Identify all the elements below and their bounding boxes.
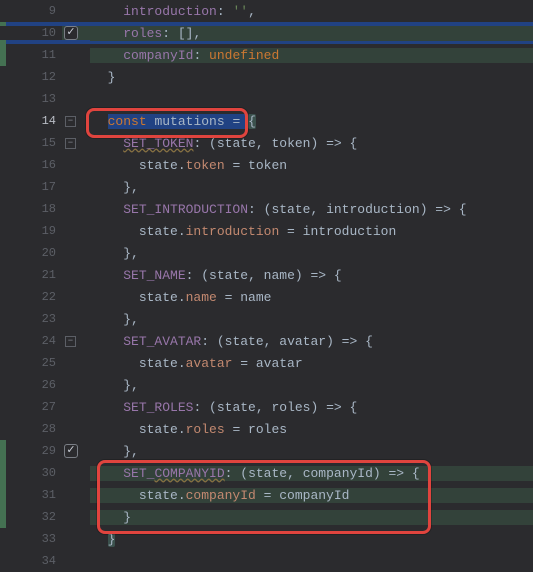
- change-checkbox-icon[interactable]: ✓: [64, 444, 78, 458]
- change-checkbox-icon[interactable]: ✓: [64, 26, 78, 40]
- line-number: 22: [0, 290, 62, 304]
- code-line[interactable]: SET_AVATAR: (state, avatar) => {: [90, 334, 533, 349]
- code-line[interactable]: state.introduction = introduction: [90, 224, 533, 239]
- code-line[interactable]: SET_TOKEN: (state, token) => {: [90, 136, 533, 151]
- line-number: 17: [0, 180, 62, 194]
- line-number: 34: [0, 554, 62, 568]
- line-number: 32: [0, 510, 62, 524]
- line-number: 9: [0, 4, 62, 18]
- line-number: 19: [0, 224, 62, 238]
- code-line[interactable]: state.avatar = avatar: [90, 356, 533, 371]
- code-line[interactable]: }: [90, 70, 533, 85]
- line-number: 27: [0, 400, 62, 414]
- line-number: 16: [0, 158, 62, 172]
- line-number: 20: [0, 246, 62, 260]
- code-line[interactable]: SET_INTRODUCTION: (state, introduction) …: [90, 202, 533, 217]
- code-line[interactable]: SET_COMPANYID: (state, companyId) => {: [90, 466, 533, 481]
- code-line[interactable]: state.token = token: [90, 158, 533, 173]
- code-line[interactable]: SET_ROLES: (state, roles) => {: [90, 400, 533, 415]
- line-number: 11: [0, 48, 62, 62]
- line-number: 33: [0, 532, 62, 546]
- line-number: 28: [0, 422, 62, 436]
- line-number: 31: [0, 488, 62, 502]
- code-line[interactable]: introduction: '',: [90, 4, 533, 19]
- line-number: 10: [0, 26, 62, 40]
- line-number: 30: [0, 466, 62, 480]
- code-line[interactable]: }: [90, 532, 533, 547]
- code-line[interactable]: SET_NAME: (state, name) => {: [90, 268, 533, 283]
- line-number: 13: [0, 92, 62, 106]
- code-line[interactable]: },: [90, 246, 533, 261]
- line-number: 26: [0, 378, 62, 392]
- line-number: 14: [0, 114, 62, 128]
- code-line[interactable]: state.roles = roles: [90, 422, 533, 437]
- code-line[interactable]: state.companyId = companyId: [90, 488, 533, 503]
- line-number: 25: [0, 356, 62, 370]
- line-number: 24: [0, 334, 62, 348]
- code-line[interactable]: },: [90, 180, 533, 195]
- code-line[interactable]: }: [90, 510, 533, 525]
- code-line[interactable]: },: [90, 312, 533, 327]
- code-editor[interactable]: 9 introduction: '', 10 ✓ roles: [], 11 c…: [0, 0, 533, 572]
- code-line[interactable]: },: [90, 444, 533, 459]
- line-number: 29: [0, 444, 62, 458]
- line-number: 23: [0, 312, 62, 326]
- line-number: 15: [0, 136, 62, 150]
- code-line[interactable]: companyId: undefined: [90, 48, 533, 63]
- code-line[interactable]: const mutations = {: [90, 114, 533, 129]
- line-number: 12: [0, 70, 62, 84]
- fold-icon[interactable]: −: [65, 138, 76, 149]
- code-line[interactable]: state.name = name: [90, 290, 533, 305]
- fold-icon[interactable]: −: [65, 116, 76, 127]
- line-number: 21: [0, 268, 62, 282]
- line-number: 18: [0, 202, 62, 216]
- code-line[interactable]: roles: [],: [90, 26, 533, 41]
- code-line[interactable]: },: [90, 378, 533, 393]
- fold-icon[interactable]: −: [65, 336, 76, 347]
